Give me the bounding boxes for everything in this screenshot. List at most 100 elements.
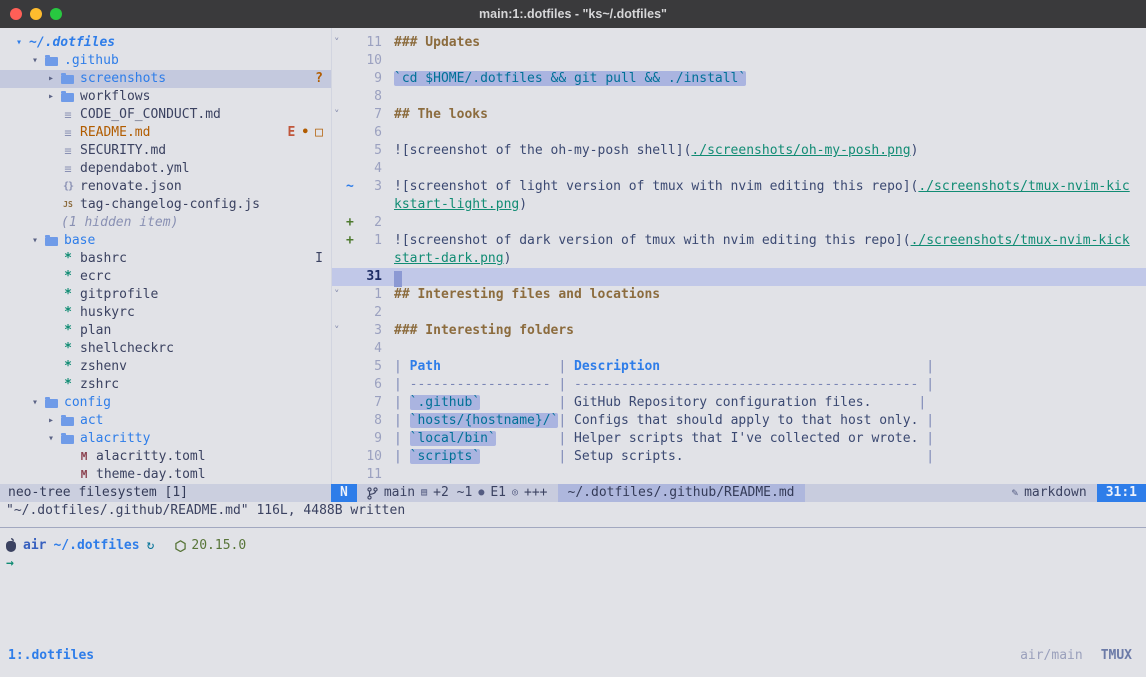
tree-item-act[interactable]: ▸act xyxy=(0,412,331,430)
tree-expander-icon[interactable]: ▾ xyxy=(48,430,61,448)
editor-line[interactable]: 8| `hosts/{hostname}/`| Configs that sho… xyxy=(332,412,1146,430)
tree-item-theme-day-toml[interactable]: Mtheme-day.toml xyxy=(0,466,331,484)
editor-line[interactable]: 10 xyxy=(332,52,1146,70)
sign-column xyxy=(346,430,358,448)
rc-file-icon: * xyxy=(61,376,75,394)
line-number: 5 xyxy=(358,358,382,376)
tree-item-code-of-conduct-md[interactable]: ≡CODE_OF_CONDUCT.md xyxy=(0,106,331,124)
tree-item-huskyrc[interactable]: *huskyrc xyxy=(0,304,331,322)
line-number: 6 xyxy=(358,376,382,394)
line-text xyxy=(394,268,402,286)
line-number: 3 xyxy=(358,178,382,196)
editor-wrap-line[interactable]: start-dark.png) xyxy=(332,250,1146,268)
minimize-button[interactable] xyxy=(30,8,42,20)
editor-line[interactable]: 5![screenshot of the oh-my-posh shell](.… xyxy=(332,142,1146,160)
tree-expander-icon[interactable]: ▾ xyxy=(32,52,45,70)
tree-item-github[interactable]: ▾.github xyxy=(0,52,331,70)
text-segment: `scripts` xyxy=(410,449,480,464)
editor-line[interactable]: ˅7## The looks xyxy=(332,106,1146,124)
tree-item-config[interactable]: ▾config xyxy=(0,394,331,412)
editor-line[interactable]: 5| Path | Description | xyxy=(332,358,1146,376)
line-number: 6 xyxy=(358,124,382,142)
fold-column xyxy=(332,394,346,412)
tree-item-base[interactable]: ▾base xyxy=(0,232,331,250)
tree-label: huskyrc xyxy=(80,304,135,322)
text-segment: ![screenshot of light version of tmux wi… xyxy=(394,179,918,194)
window-titlebar[interactable]: main:1:.dotfiles - "ks~/.dotfiles" xyxy=(0,0,1146,28)
doc-file-icon: ≡ xyxy=(61,106,75,124)
fold-icon[interactable]: ˅ xyxy=(332,106,346,124)
text-segment: `hosts/{hostname}/` xyxy=(410,413,559,428)
tree-item-readme-md[interactable]: ≡README.mdE•□ xyxy=(0,124,331,142)
tree-expander-icon[interactable]: ▾ xyxy=(32,394,45,412)
tree-item-ecrc[interactable]: *ecrc xyxy=(0,268,331,286)
shell-pane[interactable]: air ~/.dotfiles ↻ 20.15.0 → xyxy=(0,537,1146,573)
shell-input-line[interactable]: → xyxy=(6,555,1146,573)
editor-line[interactable]: ˅3### Interesting folders xyxy=(332,322,1146,340)
editor-line[interactable]: 10| `scripts` | Setup scripts. | xyxy=(332,448,1146,466)
tmux-window-label[interactable]: 1:.dotfiles xyxy=(8,647,94,665)
folder-icon xyxy=(61,75,74,84)
tree-expander-icon[interactable]: ▸ xyxy=(48,88,61,106)
editor-line[interactable]: 9| `local/bin` | Helper scripts that I'v… xyxy=(332,430,1146,448)
tree-expander-icon[interactable]: ▾ xyxy=(32,232,45,250)
tree-item-zshenv[interactable]: *zshenv xyxy=(0,358,331,376)
editor-line[interactable]: 2 xyxy=(332,304,1146,322)
editor-line[interactable]: 6| ------------------ | ----------------… xyxy=(332,376,1146,394)
tree-item-plan[interactable]: *plan xyxy=(0,322,331,340)
tree-expander-icon[interactable]: ▸ xyxy=(48,70,61,88)
editor-line[interactable]: 11 xyxy=(332,466,1146,484)
line-text: | `.github` | GitHub Repository configur… xyxy=(394,394,926,412)
line-number xyxy=(358,250,382,268)
tree-label: workflows xyxy=(80,88,150,106)
tmux-pane-separator[interactable] xyxy=(0,527,1146,528)
tree-item-alacritty-toml[interactable]: Malacritty.toml xyxy=(0,448,331,466)
tree-item-dotfiles[interactable]: ▾~/.dotfiles xyxy=(0,34,331,52)
sign-column xyxy=(346,304,358,322)
editor-line[interactable]: 6 xyxy=(332,124,1146,142)
close-button[interactable] xyxy=(10,8,22,20)
status-badge: E xyxy=(288,124,296,142)
tree-item-gitprofile[interactable]: *gitprofile xyxy=(0,286,331,304)
fold-icon[interactable]: ˅ xyxy=(332,322,346,340)
sign-column xyxy=(346,124,358,142)
zoom-button[interactable] xyxy=(50,8,62,20)
tree-item-screenshots[interactable]: ▸screenshots? xyxy=(0,70,331,88)
statusline-filepath: ~/.dotfiles/.github/README.md xyxy=(558,484,805,502)
editor-line[interactable]: +2 xyxy=(332,214,1146,232)
editor-line[interactable]: ˅1## Interesting files and locations xyxy=(332,286,1146,304)
mode-indicator: N xyxy=(331,484,357,502)
tree-item-renovate-json[interactable]: {}renovate.json xyxy=(0,178,331,196)
tree-expander-icon[interactable]: ▸ xyxy=(48,412,61,430)
editor-line[interactable]: 4 xyxy=(332,160,1146,178)
editor-line[interactable]: 4 xyxy=(332,340,1146,358)
editor-pane[interactable]: ˅11### Updates109`cd $HOME/.dotfiles && … xyxy=(331,28,1146,484)
text-segment: Path xyxy=(410,359,441,374)
tree-item-shellcheckrc[interactable]: *shellcheckrc xyxy=(0,340,331,358)
tree-item-1-hidden-item[interactable]: (1 hidden item) xyxy=(0,214,331,232)
line-number: 2 xyxy=(358,304,382,322)
tree-item-zshrc[interactable]: *zshrc xyxy=(0,376,331,394)
editor-line[interactable]: 9`cd $HOME/.dotfiles && git pull && ./in… xyxy=(332,70,1146,88)
fold-icon[interactable]: ˅ xyxy=(332,286,346,304)
tree-item-bashrc[interactable]: *bashrcI xyxy=(0,250,331,268)
editor-wrap-line[interactable]: kstart-light.png) xyxy=(332,196,1146,214)
text-segment: `.github` xyxy=(410,395,480,410)
text-segment: ### Interesting folders xyxy=(394,323,574,338)
editor-line[interactable]: +1![screenshot of dark version of tmux w… xyxy=(332,232,1146,250)
editor-line[interactable]: 8 xyxy=(332,88,1146,106)
folder-icon xyxy=(61,93,74,102)
editor-line[interactable]: ˅11### Updates xyxy=(332,34,1146,52)
tmux-session-label: air/main xyxy=(1020,647,1083,665)
tree-item-security-md[interactable]: ≡SECURITY.md xyxy=(0,142,331,160)
tree-item-tag-changelog-config-js[interactable]: JStag-changelog-config.js xyxy=(0,196,331,214)
neotree-statusline: neo-tree filesystem [1] xyxy=(0,484,331,502)
sign-column xyxy=(346,106,358,124)
tree-item-dependabot-yml[interactable]: ≡dependabot.yml xyxy=(0,160,331,178)
tree-item-workflows[interactable]: ▸ workflows xyxy=(0,88,331,106)
editor-line[interactable]: 7| `.github` | GitHub Repository configu… xyxy=(332,394,1146,412)
fold-icon[interactable]: ˅ xyxy=(332,34,346,52)
editor-cursor-line[interactable]: 31 xyxy=(332,268,1146,286)
editor-line[interactable]: ~3![screenshot of light version of tmux … xyxy=(332,178,1146,196)
tree-item-alacritty[interactable]: ▾alacritty xyxy=(0,430,331,448)
